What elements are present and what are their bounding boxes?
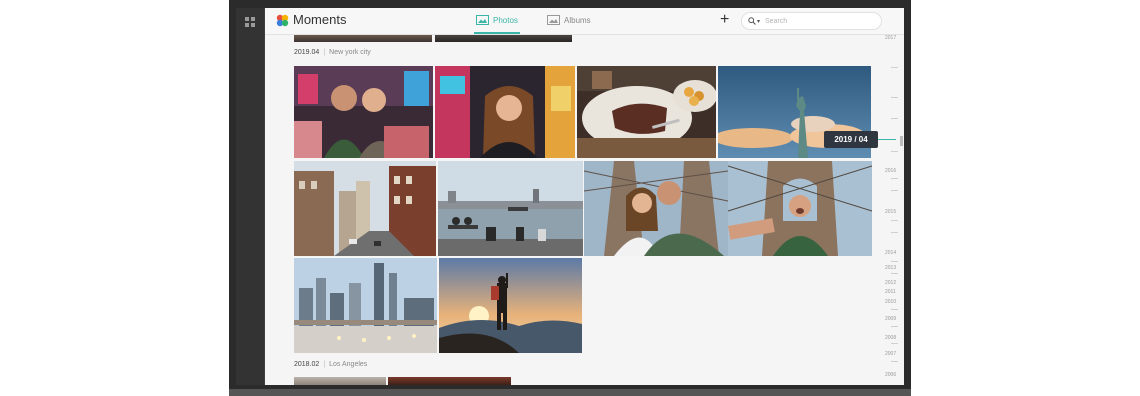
timeline-tick (891, 343, 898, 344)
timeline-tick (891, 273, 898, 274)
device-frame-bottom (229, 389, 911, 396)
section-date: 2019.04 (294, 49, 320, 56)
timeline-tick (891, 67, 898, 68)
photo-thumbnail[interactable] (294, 66, 433, 158)
app-title: Moments (293, 12, 347, 27)
tab-photos-label: Photos (493, 15, 518, 25)
timeline-year[interactable]: 2015 (885, 209, 896, 215)
photo-thumbnail[interactable] (294, 161, 436, 256)
timeline-tick (891, 261, 898, 262)
timeline-year[interactable]: 2017 (885, 35, 896, 41)
timeline-tick (891, 309, 898, 310)
timeline-current-marker (878, 139, 896, 140)
scrollbar-thumb[interactable] (900, 136, 903, 146)
search-box[interactable]: ▾ Search (741, 12, 882, 30)
timeline-year[interactable]: 2013 (885, 265, 896, 271)
photo-thumbnail[interactable] (438, 161, 583, 256)
photo-thumbnail[interactable] (435, 66, 575, 158)
photo-thumbnail[interactable] (439, 258, 582, 353)
timeline-tick (891, 190, 898, 191)
timeline-tick (891, 97, 898, 98)
timeline-year[interactable]: 2009 (885, 316, 896, 322)
photo-thumbnail[interactable] (294, 35, 432, 42)
timeline-tick (891, 326, 898, 327)
timeline-year[interactable]: 2007 (885, 351, 896, 357)
timeline-tick (891, 361, 898, 362)
app-window: Moments Photos Albums + ▾ Search 2019.04… (265, 8, 904, 385)
photo-thumbnail[interactable] (435, 35, 572, 42)
photo-stream: 2019.04 | New york city 2018.02 | Los An… (265, 35, 904, 385)
timeline-tick (891, 220, 898, 221)
tab-photos[interactable]: Photos (474, 8, 520, 34)
moments-logo-icon (276, 14, 289, 27)
timeline-year[interactable]: 2008 (885, 335, 896, 341)
timeline-tick (891, 232, 898, 233)
tab-albums[interactable]: Albums (547, 8, 591, 32)
side-rail (236, 8, 265, 385)
section-place: New york city (329, 49, 371, 56)
section-date: 2018.02 (294, 361, 320, 368)
section-header: 2019.04 | New york city (294, 49, 371, 56)
section-place: Los Angeles (329, 361, 368, 368)
photo-thumbnail[interactable] (388, 377, 511, 385)
photo-thumbnail[interactable] (577, 66, 716, 158)
timeline-year[interactable]: 2006 (885, 372, 896, 378)
timeline-scrubber[interactable]: 2017 2016 2015 2014 2013 2012 2011 2010 … (882, 35, 904, 385)
photo-thumbnail[interactable] (294, 377, 386, 385)
timeline-year[interactable]: 2012 (885, 280, 896, 286)
timeline-date-tooltip: 2019 / 04 (824, 131, 878, 148)
timeline-tick (891, 151, 898, 152)
photo-thumbnail[interactable] (294, 258, 437, 353)
search-input[interactable]: Search (765, 18, 787, 25)
timeline-year[interactable]: 2010 (885, 299, 896, 305)
photo-thumbnail[interactable] (584, 161, 728, 256)
top-bar: Moments Photos Albums + ▾ Search (265, 8, 904, 35)
add-button[interactable]: + (720, 11, 729, 29)
tab-albums-label: Albums (564, 15, 591, 25)
search-icon (748, 17, 756, 25)
album-icon (547, 15, 560, 25)
timeline-year[interactable]: 2011 (885, 289, 896, 295)
timeline-tick (891, 118, 898, 119)
photo-icon (476, 15, 489, 25)
section-header: 2018.02 | Los Angeles (294, 361, 368, 368)
timeline-year[interactable]: 2016 (885, 168, 896, 174)
timeline-year[interactable]: 2014 (885, 250, 896, 256)
apps-grid-icon[interactable] (245, 17, 255, 27)
photo-thumbnail[interactable] (728, 161, 872, 256)
timeline-tick (891, 178, 898, 179)
search-dropdown-icon[interactable]: ▾ (757, 18, 760, 25)
